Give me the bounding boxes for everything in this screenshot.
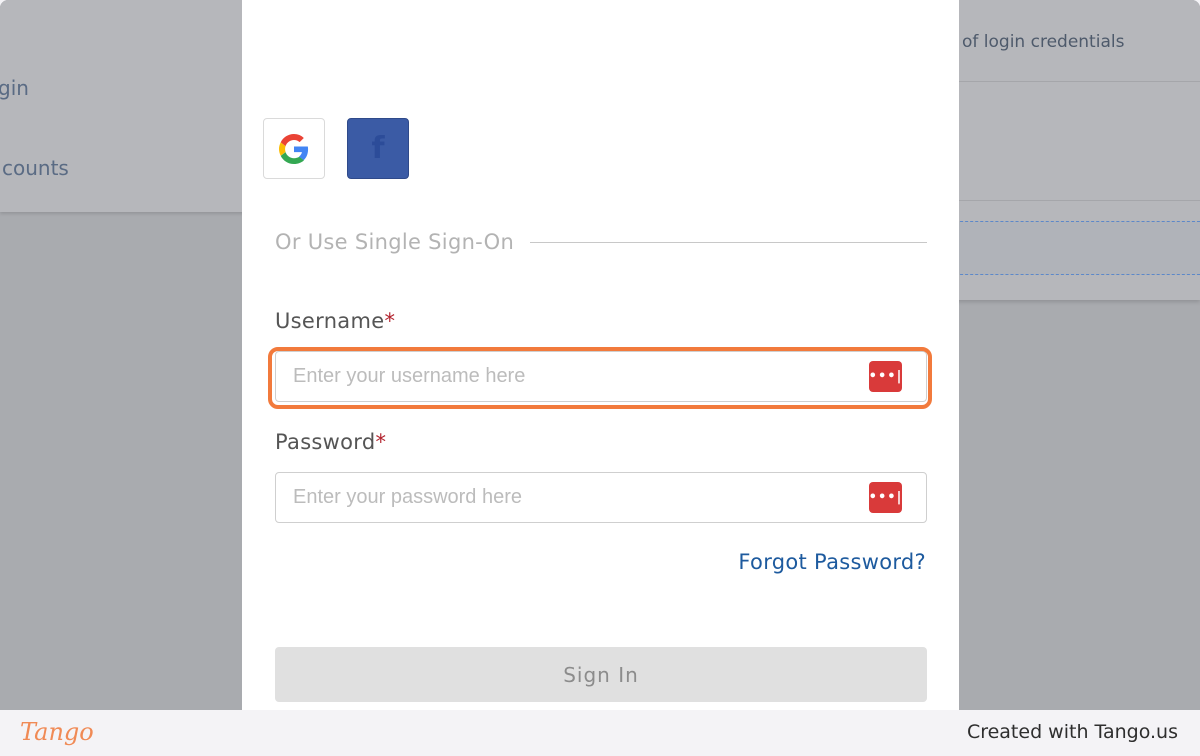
background-menu-item: counts [2, 156, 69, 180]
background-divider [950, 81, 1200, 82]
password-label-text: Password [275, 430, 376, 454]
required-asterisk: * [375, 430, 387, 454]
google-signin-button[interactable] [263, 118, 325, 179]
sign-in-button[interactable]: Sign In [275, 647, 927, 702]
password-field-container: •••| [275, 472, 927, 523]
footer-credit: Created with Tango.us [966, 721, 1178, 743]
lastpass-icon[interactable]: •••| [869, 482, 902, 513]
username-label-text: Username [275, 309, 385, 333]
sso-divider: Or Use Single Sign-On [275, 228, 927, 256]
password-input[interactable] [276, 473, 856, 522]
google-g-icon [279, 133, 309, 164]
footer: Tango Created with Tango.us [0, 710, 1200, 756]
facebook-signin-button[interactable]: f [347, 118, 409, 179]
background-menu-item: gin [0, 76, 29, 100]
facebook-f-icon: f [371, 130, 385, 166]
username-label: Username* [275, 309, 395, 333]
required-asterisk: * [384, 309, 396, 333]
background-info-text: of login credentials [962, 32, 1125, 52]
background-dropzone [950, 221, 1200, 275]
tango-logo: Tango [20, 718, 94, 746]
divider-line [530, 241, 927, 243]
forgot-password-link[interactable]: Forgot Password? [738, 550, 926, 574]
password-label: Password* [275, 430, 386, 454]
background-divider [950, 200, 1200, 201]
step-highlight-box [268, 347, 932, 409]
background-menu-card: gin counts [0, 0, 250, 212]
sso-divider-label: Or Use Single Sign-On [275, 230, 515, 254]
